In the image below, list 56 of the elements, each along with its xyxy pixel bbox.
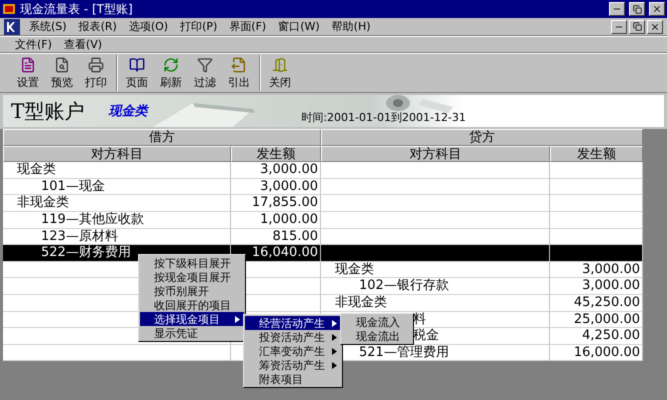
column-group-header: 贷方	[321, 129, 643, 146]
column-header: 发生额	[550, 146, 643, 162]
table-cell: 815.00	[231, 228, 321, 246]
table-cell: 3,000.00	[550, 262, 643, 278]
toolbar-button[interactable]: 引出	[223, 55, 255, 91]
toolbar-button[interactable]: 预览	[46, 55, 78, 91]
table-cell: 1,000.00	[231, 212, 321, 229]
menu-item[interactable]: 经营活动产生	[245, 316, 341, 330]
table-cell: 45,250.00	[550, 294, 643, 312]
column-header: 对方科目	[3, 146, 231, 162]
table-cell: 25,000.00	[550, 312, 643, 328]
table-cell: 17,855.00	[231, 195, 321, 212]
table-cell: 102—银行存款	[321, 278, 550, 295]
column-group-header: 借方	[3, 129, 321, 146]
report-subtitle: 现金类	[108, 103, 148, 120]
menu-item[interactable]: 系统(S)	[24, 19, 72, 34]
menu-item[interactable]: 收回展开的项目	[140, 298, 244, 312]
menu-item[interactable]: 界面(F)	[224, 19, 272, 34]
menu-item[interactable]: 选项(O)	[124, 19, 174, 34]
toolbar-button[interactable]: 设置	[12, 55, 44, 91]
table-cell: 现金类	[321, 262, 550, 278]
menu-item[interactable]: 按币别展开	[140, 284, 244, 298]
menu-item[interactable]: 打印(P)	[175, 19, 222, 34]
window-title: 现金流量表 - [T型账]	[20, 0, 134, 18]
table-cell: 16,040.00	[231, 245, 321, 262]
table-cell: 3,000.00	[550, 278, 643, 295]
table-cell: 4,250.00	[550, 328, 643, 345]
table-cell: 123—原材料	[3, 228, 231, 246]
menu-item[interactable]: 现金流出	[342, 329, 412, 343]
menu-item[interactable]: 报表(R)	[74, 19, 122, 34]
menu-item[interactable]: 附表项目	[245, 372, 341, 386]
table-cell: 101—现金	[3, 178, 231, 196]
menu-item[interactable]: 按现金项目展开	[140, 270, 244, 284]
table-cell: 非现金类	[3, 195, 231, 212]
table-cell: 3,000.00	[231, 162, 321, 179]
menu-item[interactable]: 现金流入	[342, 315, 412, 329]
column-header: 对方科目	[321, 146, 550, 162]
menu-item[interactable]: 选择现金项目	[140, 312, 244, 326]
toolbar-button[interactable]: 刷新	[155, 55, 187, 91]
table-cell: 16,000.00	[550, 344, 643, 362]
table-cell: 3,000.00	[231, 178, 321, 196]
column-header: 发生额	[231, 146, 321, 162]
menu-item[interactable]: 文件(F)	[10, 37, 57, 52]
toolbar-button[interactable]: 过滤	[189, 55, 221, 91]
toolbar-button[interactable]: 页面	[121, 55, 153, 91]
menu-item[interactable]: 窗口(W)	[273, 19, 325, 34]
toolbar-button[interactable]: 打印	[80, 55, 112, 91]
table-cell: 现金类	[3, 162, 231, 179]
menu-item[interactable]: 查看(V)	[58, 37, 108, 52]
menu-item[interactable]: 帮助(H)	[326, 19, 376, 34]
report-title: T型账户	[11, 98, 84, 124]
toolbar-button[interactable]: 关闭	[264, 55, 296, 91]
report-period: 时间:2001-01-01到2001-12-31	[301, 110, 466, 125]
table-cell: 非现金类	[321, 294, 550, 312]
menu-item[interactable]: 显示凭证	[140, 326, 244, 340]
table-cell: 119—其他应收款	[3, 212, 231, 229]
